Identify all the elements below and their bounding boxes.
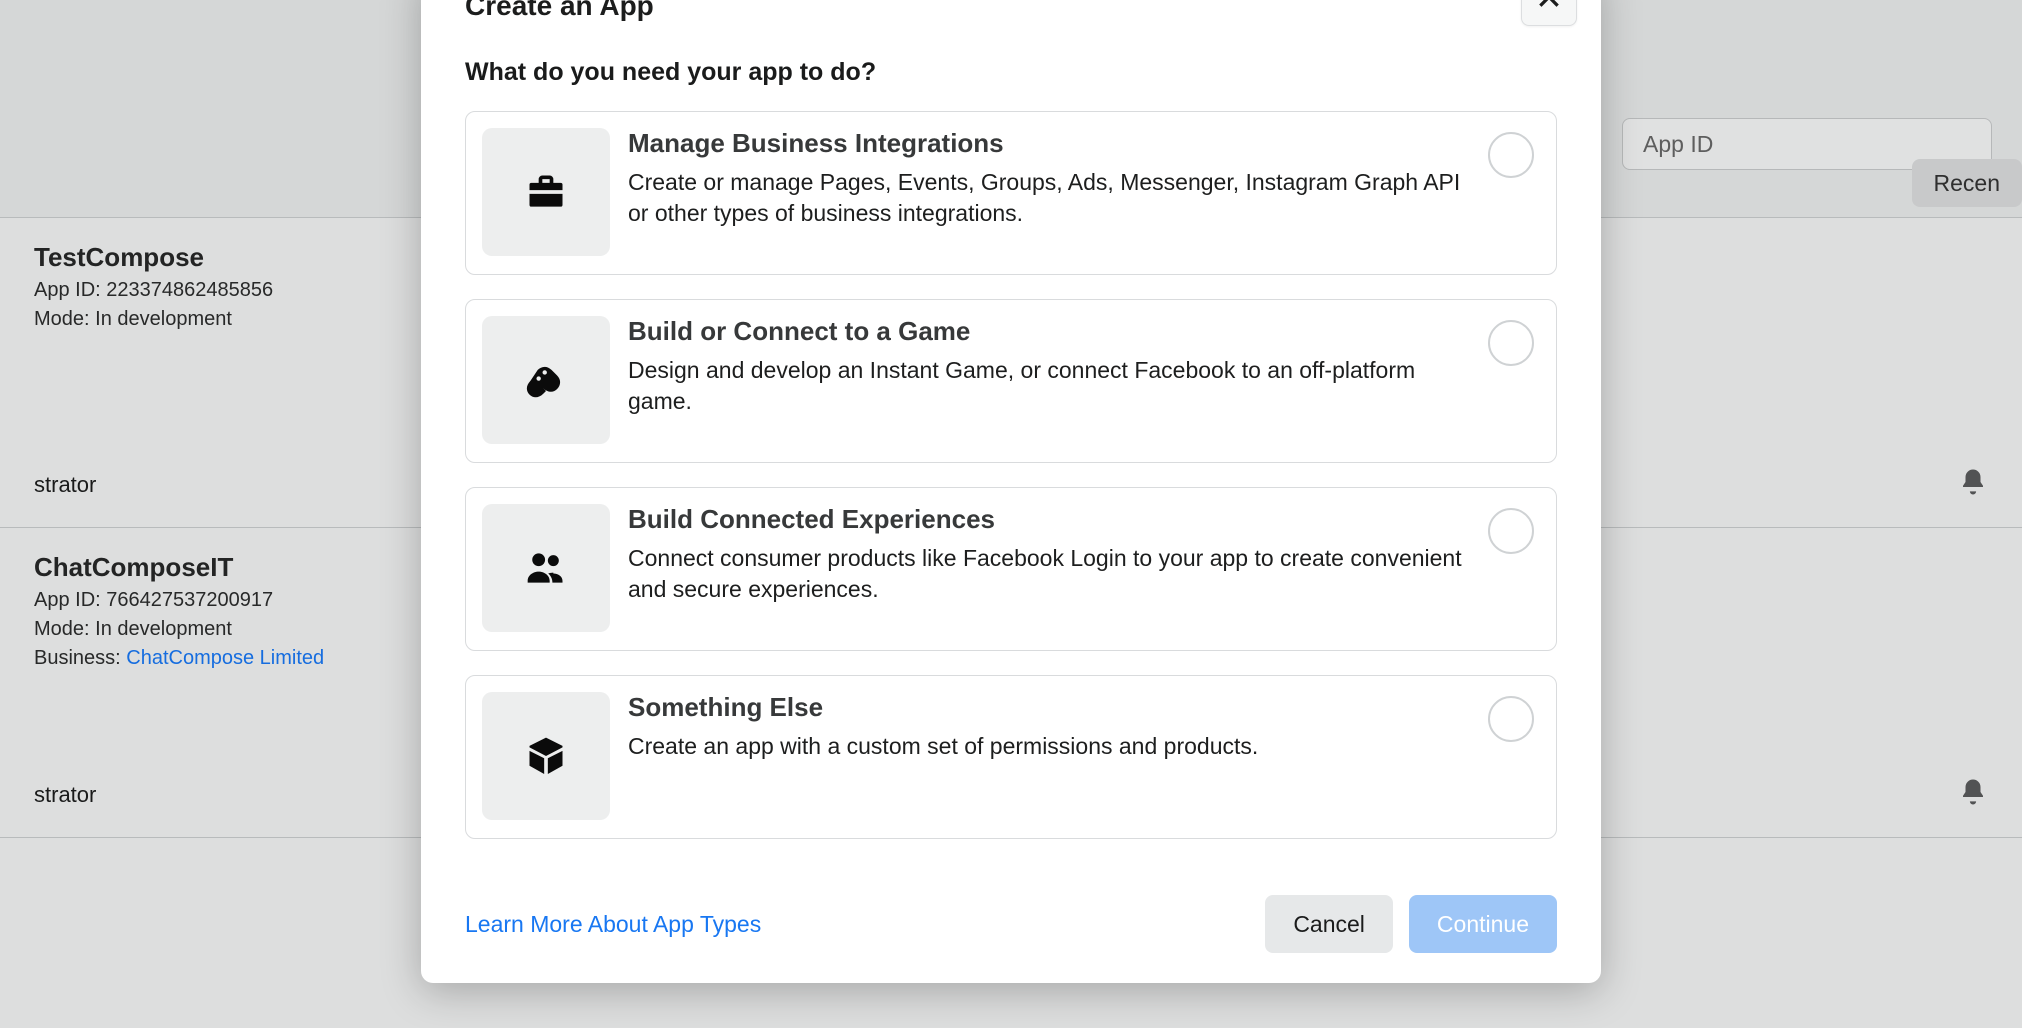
cube-icon [482,692,610,820]
option-title: Something Else [628,692,1470,723]
option-desc: Create an app with a custom set of permi… [628,731,1470,762]
option-desc: Design and develop an Instant Game, or c… [628,355,1470,417]
option-radio[interactable] [1488,508,1534,554]
people-icon [482,504,610,632]
modal-footer: Learn More About App Types Cancel Contin… [465,895,1557,953]
app-type-options: Manage Business Integrations Create or m… [465,111,1557,839]
option-manage-business[interactable]: Manage Business Integrations Create or m… [465,111,1557,275]
cancel-button[interactable]: Cancel [1265,895,1393,953]
option-desc: Connect consumer products like Facebook … [628,543,1470,605]
modal-subtitle: What do you need your app to do? [465,58,1557,87]
option-desc: Create or manage Pages, Events, Groups, … [628,167,1470,229]
option-build-game[interactable]: Build or Connect to a Game Design and de… [465,299,1557,463]
gamepad-icon [482,316,610,444]
option-radio[interactable] [1488,696,1534,742]
option-title: Manage Business Integrations [628,128,1470,159]
option-title: Build or Connect to a Game [628,316,1470,347]
option-radio[interactable] [1488,132,1534,178]
continue-button[interactable]: Continue [1409,895,1557,953]
learn-more-link[interactable]: Learn More About App Types [465,911,761,938]
close-icon [1536,0,1562,13]
briefcase-icon [482,128,610,256]
modal-centering-wrap: Create an App What do you need your app … [0,0,2022,1028]
close-button[interactable] [1521,0,1577,26]
option-title: Build Connected Experiences [628,504,1470,535]
option-radio[interactable] [1488,320,1534,366]
modal-title: Create an App [465,0,1557,22]
create-app-modal: Create an App What do you need your app … [421,0,1601,983]
option-connected-experiences[interactable]: Build Connected Experiences Connect cons… [465,487,1557,651]
option-something-else[interactable]: Something Else Create an app with a cust… [465,675,1557,839]
